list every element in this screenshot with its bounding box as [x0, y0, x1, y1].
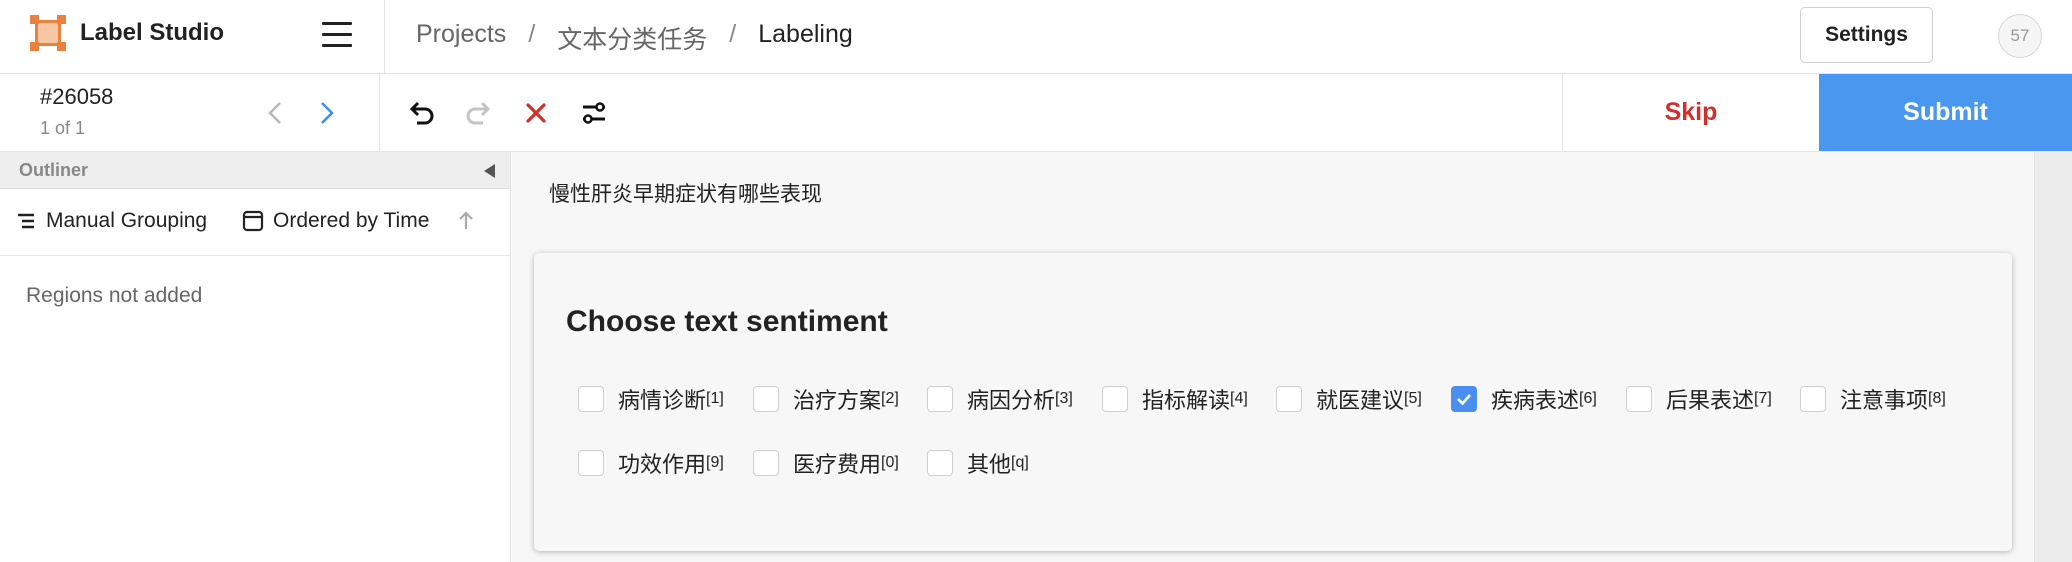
choices-card: Choose text sentiment 病情诊断 [1] 治疗方案 [2] 病因… [534, 253, 2012, 551]
checkbox[interactable] [927, 450, 953, 476]
app-title: Label Studio [80, 19, 224, 46]
checkbox-checked[interactable] [1451, 386, 1477, 412]
checkbox[interactable] [1276, 386, 1302, 412]
header-divider [384, 0, 385, 74]
calendar-icon [242, 210, 264, 232]
sort-direction-icon[interactable] [456, 209, 476, 231]
grouping-label: Manual Grouping [46, 209, 208, 232]
outliner-controls: Manual Grouping Ordered by Time [0, 189, 510, 256]
checkbox[interactable] [753, 386, 779, 412]
choice-option[interactable]: 医疗费用 [0] [753, 447, 899, 479]
hotkey-hint: [9] [706, 454, 724, 471]
hotkey-hint: [4] [1230, 390, 1248, 407]
list-tree-icon [18, 213, 34, 229]
choice-option[interactable]: 就医建议 [5] [1276, 383, 1422, 415]
toolbar-divider [379, 74, 380, 152]
hotkey-hint: [0] [881, 454, 899, 471]
hotkey-hint: [5] [1404, 390, 1422, 407]
hotkey-hint: [3] [1055, 390, 1073, 407]
choice-option[interactable]: 注意事项 [8] [1800, 383, 1946, 415]
hotkey-hint: [6] [1579, 390, 1597, 407]
redo-icon[interactable] [462, 96, 496, 130]
choice-option[interactable]: 治疗方案 [2] [753, 383, 899, 415]
next-task-icon[interactable] [312, 96, 340, 130]
label-studio-logo-icon [30, 15, 66, 51]
checkbox[interactable] [1102, 386, 1128, 412]
outliner-panel: Outliner Manual Grouping Ordered by Time… [0, 152, 511, 562]
hotkey-hint: [7] [1754, 390, 1772, 407]
breadcrumb-projects[interactable]: Projects [416, 20, 506, 56]
reset-close-icon[interactable] [519, 96, 553, 130]
submit-button[interactable]: Submit [1819, 74, 2072, 151]
choice-option[interactable]: 病情诊断 [1] [578, 383, 724, 415]
checkbox[interactable] [1800, 386, 1826, 412]
avatar[interactable]: 57 [1998, 14, 2042, 58]
ordering-selector[interactable]: Ordered by Time [242, 209, 429, 233]
skip-button[interactable]: Skip [1563, 74, 1819, 151]
task-count: 1 of 1 [40, 118, 86, 138]
breadcrumb-separator: / [528, 20, 536, 48]
hotkey-hint: [1] [706, 390, 724, 407]
regions-empty-message: Regions not added [26, 284, 203, 307]
choice-option[interactable]: 其他 [q] [927, 447, 1029, 479]
choices-title: Choose text sentiment [566, 305, 888, 338]
checkbox[interactable] [578, 386, 604, 412]
checkbox[interactable] [1626, 386, 1652, 412]
hotkey-hint: [2] [881, 390, 899, 407]
previous-task-icon[interactable] [262, 96, 290, 130]
checkmark-icon [1457, 394, 1471, 406]
choice-option-selected[interactable]: 疾病表述 [6] [1451, 383, 1597, 415]
main-scrollbar[interactable] [2034, 152, 2072, 562]
task-text: 慢性肝炎早期症状有哪些表现 [549, 183, 822, 206]
ordering-label: Ordered by Time [273, 209, 430, 232]
checkbox[interactable] [753, 450, 779, 476]
checkbox[interactable] [578, 450, 604, 476]
settings-button[interactable]: Settings [1800, 7, 1933, 63]
undo-icon[interactable] [404, 96, 438, 130]
labeling-area: 慢性肝炎早期症状有哪些表现 Choose text sentiment 病情诊断… [512, 152, 2034, 562]
settings-toggle-icon[interactable] [577, 96, 611, 130]
choice-option[interactable]: 病因分析 [3] [927, 383, 1073, 415]
choice-option[interactable]: 指标解读 [4] [1102, 383, 1248, 415]
collapse-panel-icon[interactable] [484, 164, 495, 178]
app-logo[interactable]: Label Studio [30, 15, 224, 51]
hotkey-hint: [q] [1011, 454, 1029, 471]
choice-option[interactable]: 后果表述 [7] [1626, 383, 1772, 415]
breadcrumb-project[interactable]: 文本分类任务 [557, 20, 707, 56]
checkbox[interactable] [927, 386, 953, 412]
outliner-header: Outliner [0, 152, 510, 189]
grouping-selector[interactable]: Manual Grouping [16, 209, 207, 233]
hotkey-hint: [8] [1928, 390, 1946, 407]
top-header: Label Studio Projects / 文本分类任务 / Labelin… [0, 0, 2072, 74]
menu-icon[interactable] [322, 22, 352, 48]
choice-option[interactable]: 功效作用 [9] [578, 447, 724, 479]
breadcrumb-current: Labeling [758, 20, 853, 48]
breadcrumb-separator: / [729, 20, 737, 48]
task-id: #26058 [40, 84, 114, 109]
outliner-title: Outliner [19, 160, 89, 180]
annotation-toolbar: #26058 1 of 1 Skip Submit [0, 74, 2072, 152]
breadcrumb: Projects / 文本分类任务 / Labeling [416, 20, 853, 56]
